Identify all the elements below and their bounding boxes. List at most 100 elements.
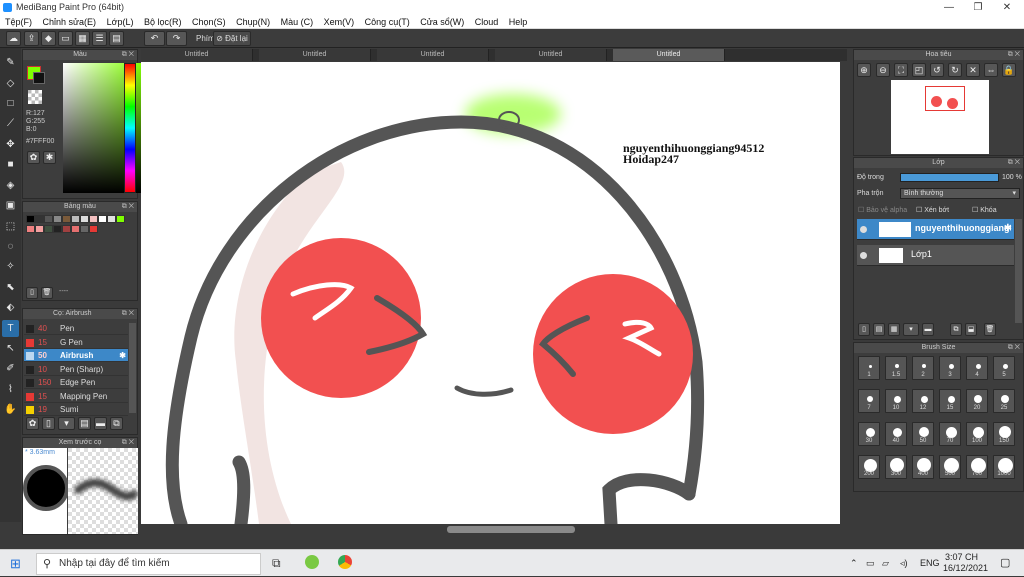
- undo-icon[interactable]: ↶: [144, 31, 165, 46]
- palette-swatch[interactable]: [80, 215, 89, 223]
- layout-icon[interactable]: ▤: [109, 31, 124, 46]
- eye-icon[interactable]: [860, 252, 867, 259]
- brush-size-cell[interactable]: 30: [858, 422, 880, 446]
- brush-item-pen-sharp[interactable]: 10 Pen (Sharp): [24, 363, 128, 376]
- gear-icon[interactable]: ✱: [1004, 223, 1012, 234]
- flip-icon[interactable]: ⇔: [984, 63, 998, 77]
- hand-tool-icon[interactable]: ✋: [2, 401, 19, 418]
- rotate-right-icon[interactable]: ↻: [948, 63, 962, 77]
- layer-list-scrollbar[interactable]: [1015, 219, 1022, 323]
- palette-swatch[interactable]: [89, 215, 98, 223]
- brush-size-cell[interactable]: 5: [993, 356, 1015, 380]
- opacity-slider[interactable]: [900, 173, 999, 182]
- menu-edit[interactable]: Chỉnh sửa(E): [43, 15, 97, 29]
- horizontal-scroll-thumb[interactable]: [447, 526, 575, 533]
- palette-swatch[interactable]: [53, 225, 62, 233]
- select-eraser-tool-icon[interactable]: ⬖: [2, 299, 19, 316]
- windows-start-icon[interactable]: ⊞: [10, 556, 21, 572]
- brush-list-scrollbar[interactable]: [129, 323, 136, 413]
- text-tool-icon[interactable]: T: [2, 320, 19, 337]
- brush-add-menu-icon[interactable]: ▾: [58, 417, 75, 430]
- redo-icon[interactable]: ↷: [166, 31, 187, 46]
- clock-date[interactable]: 16/12/2021: [943, 563, 988, 574]
- lock-checkbox[interactable]: ☐ Khóa: [972, 206, 997, 214]
- magic-wand-tool-icon[interactable]: ✧: [2, 258, 19, 275]
- brush-size-cell[interactable]: 12: [912, 389, 934, 413]
- palette-swatch[interactable]: [44, 225, 53, 233]
- panel-close-icon[interactable]: ⧉ ✕: [122, 309, 134, 319]
- panel-close-icon[interactable]: ⧉ ✕: [1008, 343, 1020, 353]
- drawing-canvas[interactable]: nguyenthihuonggiang94512 Hoidap247: [141, 62, 840, 524]
- rectangle-tool-icon[interactable]: □: [2, 95, 19, 112]
- brush-size-cell[interactable]: 1.5: [885, 356, 907, 380]
- reset-view-icon[interactable]: ✕: [966, 63, 980, 77]
- brush-item-pen[interactable]: 40 Pen: [24, 322, 128, 335]
- vertical-scrollbar[interactable]: [840, 62, 851, 524]
- brush-tool-icon[interactable]: ✎: [2, 54, 19, 71]
- fit-icon[interactable]: ⛶: [894, 63, 908, 77]
- duplicate-layer-icon[interactable]: ⧉: [950, 323, 962, 336]
- rotate-left-icon[interactable]: ↺: [930, 63, 944, 77]
- brush-size-cell[interactable]: 400: [912, 455, 934, 479]
- layer-folder-icon[interactable]: ▬: [922, 323, 934, 336]
- menu-view[interactable]: Xem(V): [324, 15, 355, 29]
- brush-folder-icon[interactable]: ▬: [94, 417, 107, 430]
- grid-icon[interactable]: ▦: [75, 31, 90, 46]
- panel-close-icon[interactable]: ⧉ ✕: [122, 202, 134, 212]
- brush-item-airbrush[interactable]: 50 Airbrush ✱: [24, 349, 128, 362]
- zoom-in-icon[interactable]: ⊕: [857, 63, 871, 77]
- brush-size-cell[interactable]: 25: [993, 389, 1015, 413]
- hue-slider[interactable]: [124, 63, 136, 193]
- palette-swatch[interactable]: [71, 225, 80, 233]
- menu-filter[interactable]: Bộ lọc(R): [144, 15, 182, 29]
- brush-size-cell[interactable]: 1: [858, 356, 880, 380]
- open-icon[interactable]: ⇪: [24, 31, 39, 46]
- navigator-thumbnail[interactable]: [891, 80, 989, 154]
- menu-layer[interactable]: Lớp(L): [107, 15, 134, 29]
- menu-snap[interactable]: Chụp(N): [236, 15, 270, 29]
- actual-size-icon[interactable]: ◰: [912, 63, 926, 77]
- panel-close-icon[interactable]: ⧉ ✕: [122, 438, 134, 448]
- volume-icon[interactable]: ◃): [900, 550, 908, 577]
- color-settings-icon[interactable]: ✱: [43, 151, 56, 164]
- brush-size-cell[interactable]: 200: [858, 455, 880, 479]
- panel-close-icon[interactable]: ⧉ ✕: [1008, 50, 1020, 60]
- lock-view-icon[interactable]: 🔒: [1002, 63, 1016, 77]
- transparent-color-swatch[interactable]: [28, 90, 42, 104]
- brush-size-cell[interactable]: 20: [966, 389, 988, 413]
- network-icon[interactable]: ▱: [882, 550, 889, 577]
- brush-item-edge-pen[interactable]: 150 Edge Pen: [24, 376, 128, 389]
- move-tool-icon[interactable]: ✥: [2, 136, 19, 153]
- menu-color[interactable]: Màu (C): [281, 15, 314, 29]
- brush-copy-icon[interactable]: ⧉: [110, 417, 123, 430]
- battery-icon[interactable]: ▭: [866, 550, 875, 577]
- operation-tool-icon[interactable]: ↖: [2, 340, 19, 357]
- add-layer-menu-icon[interactable]: ▾: [903, 323, 919, 336]
- panel-close-icon[interactable]: ⧉ ✕: [1008, 158, 1020, 168]
- horizontal-scrollbar[interactable]: [141, 525, 840, 534]
- eyedropper-tool-icon[interactable]: ⌇: [2, 381, 19, 398]
- new-brush-icon[interactable]: ▯: [42, 417, 55, 430]
- tray-chevron-icon[interactable]: ⌃: [850, 550, 858, 577]
- divide-tool-icon[interactable]: ✐: [2, 360, 19, 377]
- cloud-icon[interactable]: ☁: [6, 31, 21, 46]
- delete-palette-icon[interactable]: 🗑: [41, 287, 53, 299]
- color-wheel-icon[interactable]: ✿: [27, 151, 40, 164]
- brush-item-sumi[interactable]: 19 Sumi: [24, 403, 128, 416]
- panel-close-icon[interactable]: ⧉ ✕: [122, 50, 134, 60]
- brush-size-cell[interactable]: 700: [966, 455, 988, 479]
- palette-swatch[interactable]: [62, 215, 71, 223]
- new-halftone-layer-icon[interactable]: ▤: [873, 323, 885, 336]
- clipping-checkbox[interactable]: ☐ Xén bớt: [916, 206, 949, 214]
- delete-layer-icon[interactable]: 🗑: [984, 323, 996, 336]
- palette-swatch[interactable]: [116, 215, 125, 223]
- palette-swatch[interactable]: [107, 215, 116, 223]
- gear-icon[interactable]: ✱: [119, 349, 126, 362]
- brush-size-cell[interactable]: 100: [966, 422, 988, 446]
- select-pen-tool-icon[interactable]: ⬉: [2, 279, 19, 296]
- tab-untitled-4[interactable]: Untitled: [495, 49, 607, 61]
- new-8bit-layer-icon[interactable]: ▦: [888, 323, 900, 336]
- select-tool-icon[interactable]: ⬚: [2, 218, 19, 235]
- maximize-button[interactable]: ❐: [963, 0, 993, 15]
- language-indicator[interactable]: ENG: [920, 550, 940, 577]
